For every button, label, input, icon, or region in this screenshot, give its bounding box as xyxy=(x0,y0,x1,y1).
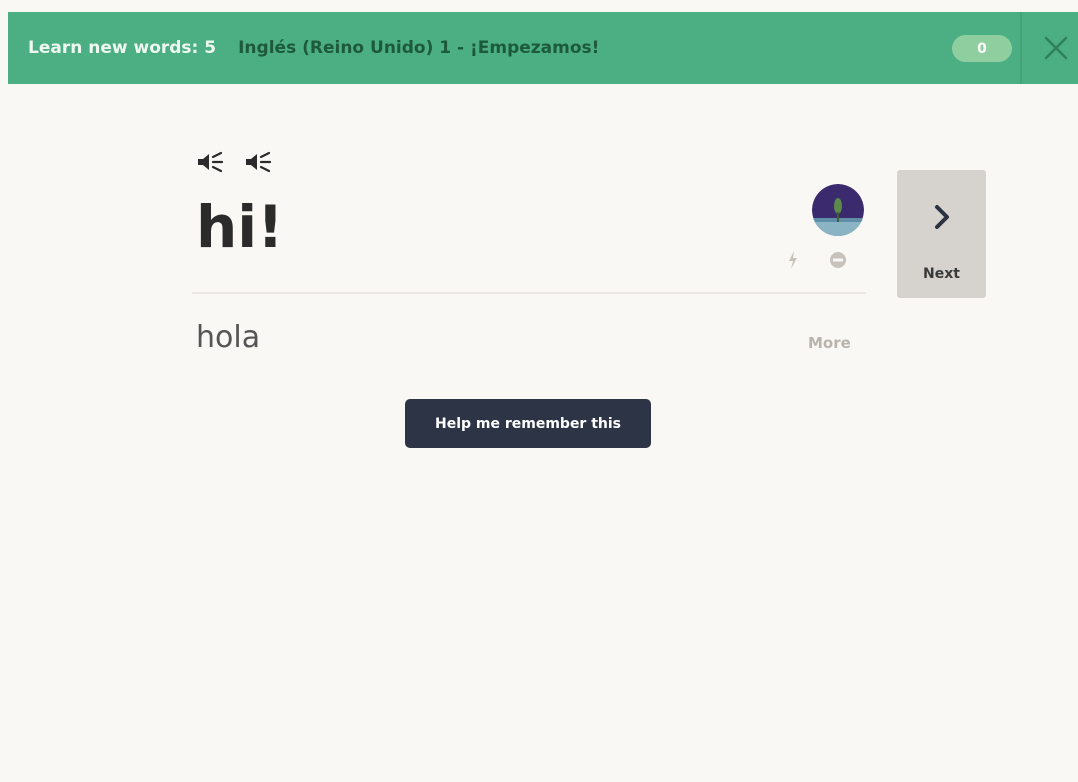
next-button-label: Next xyxy=(923,266,960,282)
close-icon xyxy=(1044,36,1068,60)
chevron-right-icon xyxy=(935,205,949,229)
session-header: Learn new words: 5 Inglés (Reino Unido) … xyxy=(8,12,1078,84)
ignore-icon[interactable] xyxy=(828,250,848,270)
close-session-button[interactable] xyxy=(1038,30,1074,66)
app-window: Learn new words: 5 Inglés (Reino Unido) … xyxy=(8,12,1078,782)
audio-controls xyxy=(196,150,274,174)
lightning-icon[interactable] xyxy=(786,250,800,270)
mem-avatar-icon[interactable] xyxy=(812,184,864,236)
speaker-icon[interactable] xyxy=(196,150,226,174)
card-divider xyxy=(192,292,866,294)
next-button[interactable]: Next xyxy=(897,170,986,298)
score-value: 0 xyxy=(977,40,987,57)
word-translation: hola xyxy=(196,320,261,355)
course-title: Inglés (Reino Unido) 1 - ¡Empezamos! xyxy=(238,38,600,58)
more-link[interactable]: More xyxy=(808,334,851,352)
speaker-icon[interactable] xyxy=(244,150,274,174)
score-badge: 0 xyxy=(952,35,1012,62)
help-me-remember-button[interactable]: Help me remember this xyxy=(405,399,651,448)
header-divider xyxy=(1020,12,1022,84)
session-progress-label: Learn new words: 5 xyxy=(28,38,217,58)
target-word: hi! xyxy=(196,193,284,261)
